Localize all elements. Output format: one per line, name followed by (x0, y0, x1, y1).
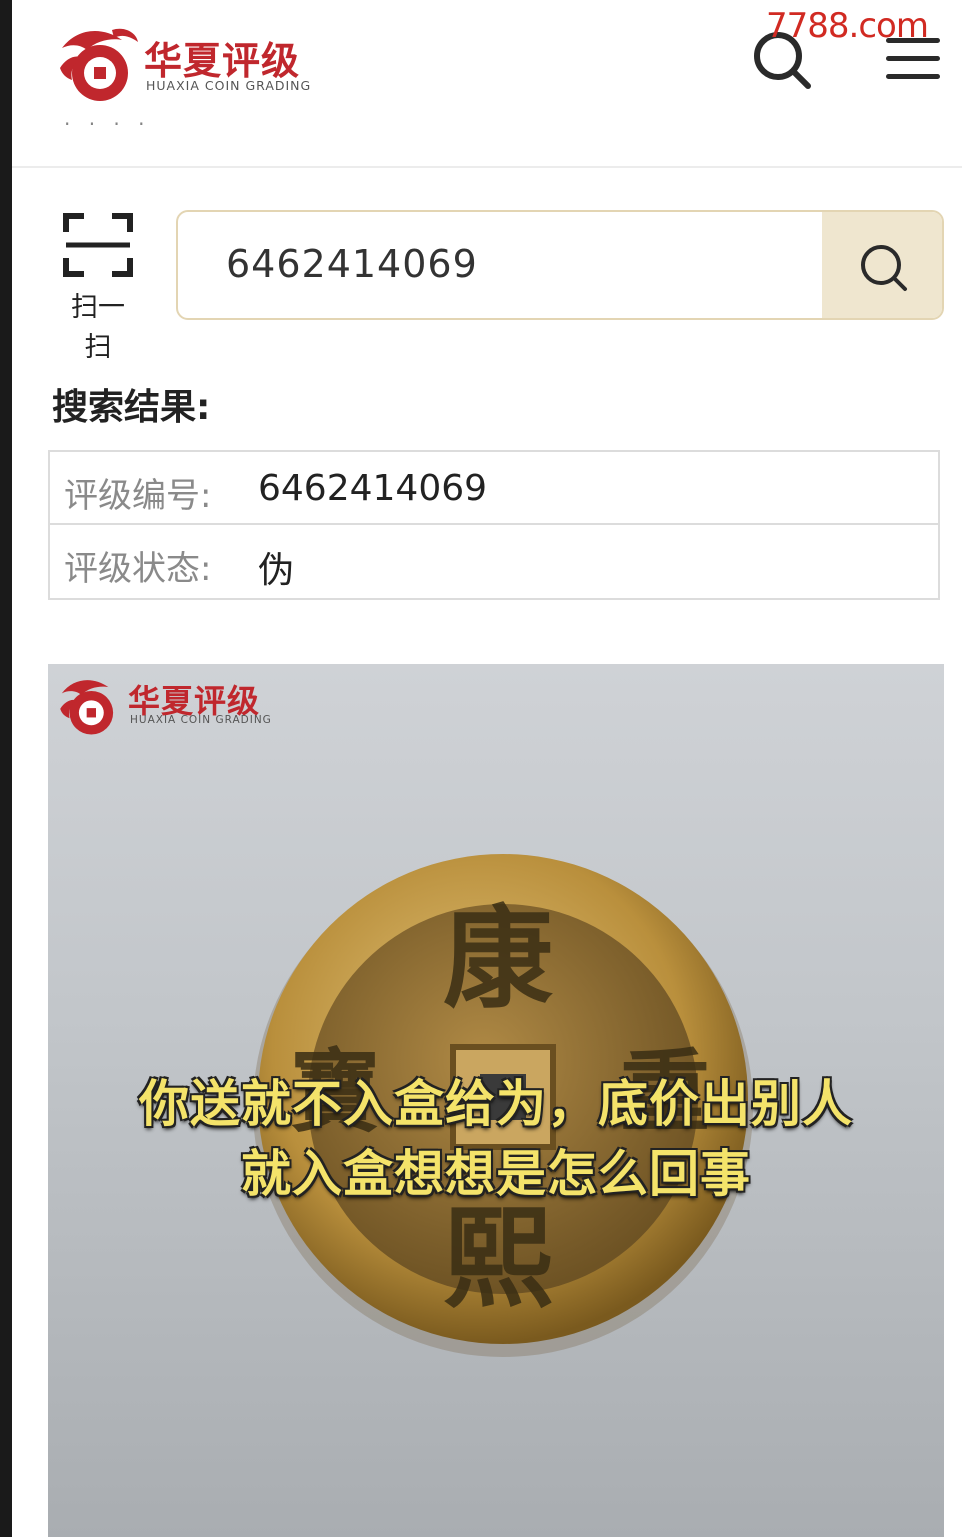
result-row-grade-status: 评级状态: 伪 (50, 525, 938, 598)
dragon-logo-icon (60, 28, 138, 101)
brand-name-en: HUAXIA COIN GRADING (146, 78, 312, 93)
result-value: 6462414069 (258, 468, 488, 509)
dragon-logo-icon (60, 680, 114, 735)
grading-search-field[interactable]: 6462414069 (176, 210, 944, 320)
video-caption-line1: 你送就不入盒给为，底价出别人 (139, 1075, 853, 1133)
brand-name-cn: 华夏评级 (144, 39, 301, 83)
result-value: 伪 (258, 550, 295, 591)
screen-edge (0, 0, 12, 1537)
search-icon (861, 245, 907, 291)
watermark: 7788.com (766, 6, 929, 46)
watermark-number: 7788 (766, 6, 850, 46)
photo-brand-name-en: HUAXIA COIN GRADING (130, 714, 272, 726)
result-key: 评级编号: (64, 476, 212, 516)
watermark-domain: .com (848, 6, 929, 46)
coin-photo[interactable]: 华夏评级 HUAXIA COIN GRADING 康 熙 寶 重 你送就不入盒给… (48, 664, 944, 1537)
result-key: 评级状态: (64, 549, 212, 589)
coin-char-top: 康 (443, 894, 553, 1023)
search-submit-button[interactable] (822, 212, 942, 318)
scan-icon (63, 213, 133, 277)
brand-logo[interactable]: 华夏评级 HUAXIA COIN GRADING (52, 18, 332, 108)
result-title: 搜索结果: (52, 387, 211, 428)
scan-button[interactable]: 扫一扫 (58, 210, 138, 370)
header-subnav-cut: · · · · (64, 112, 151, 136)
video-caption-line2: 就入盒想想是怎么回事 (241, 1145, 751, 1203)
result-row-grade-number: 评级编号: 6462414069 (50, 452, 938, 525)
result-table: 评级编号: 6462414069 评级状态: 伪 (48, 450, 940, 600)
scan-label: 扫一扫 (71, 292, 125, 363)
search-input[interactable]: 6462414069 (226, 242, 478, 286)
photo-brand-logo: 华夏评级 HUAXIA COIN GRADING (54, 670, 294, 740)
